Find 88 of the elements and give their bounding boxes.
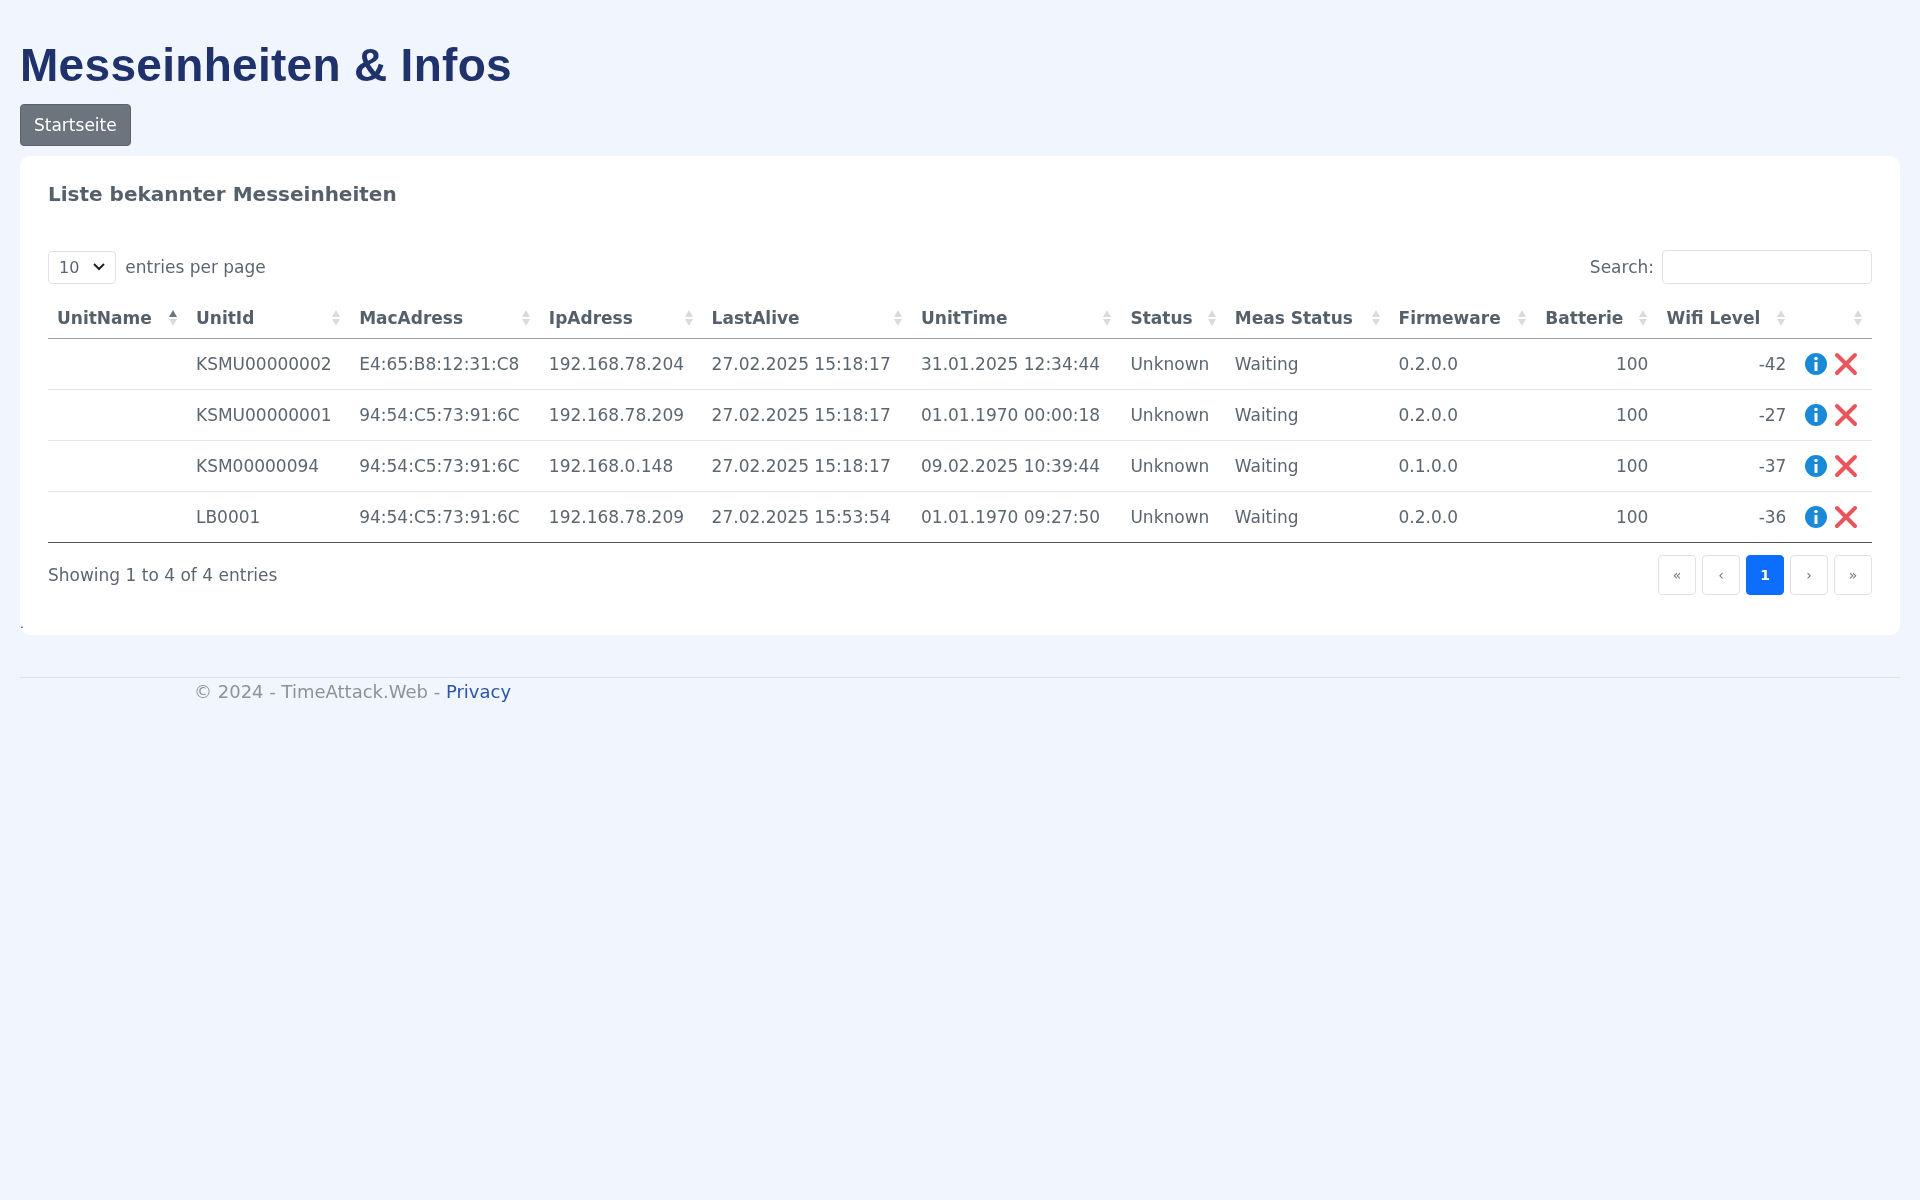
home-button[interactable]: Startseite [20,104,131,146]
page-button[interactable]: › [1790,555,1828,595]
table-cell: 192.168.0.148 [548,456,674,476]
table-cell: Unknown [1130,507,1210,527]
table-cell: Waiting [1234,405,1299,425]
info-icon[interactable] [1804,352,1829,376]
table-cell: 94:54:C5:73:91:6C [359,507,520,527]
table-cell: 94:54:C5:73:91:6C [359,405,520,425]
table-cell: 27.02.2025 15:53:54 [711,507,891,527]
sort-icon [1638,309,1649,327]
sort-icon [1517,309,1528,327]
table-cell: 94:54:C5:73:91:6C [359,456,520,476]
table-cell: Unknown [1130,354,1210,374]
table-cell: LB0001 [196,507,261,527]
table-cell: -37 [1758,456,1787,476]
table-cell: 27.02.2025 15:18:17 [711,456,891,476]
table-cell: 31.01.2025 12:34:44 [921,354,1101,374]
sort-icon [1776,309,1787,327]
sort-icon [1370,309,1381,327]
table-cell: -36 [1758,507,1787,527]
sort-icon [1853,309,1863,327]
page-size-select[interactable]: 10 [48,250,117,284]
table-cell: 0.2.0.0 [1398,507,1458,527]
sort-icon [520,309,531,327]
page-button[interactable]: 1 [1746,555,1784,595]
table-cell: E4:65:B8:12:31:C8 [359,354,520,374]
table-cell: 0.2.0.0 [1398,405,1458,425]
sort-icon [683,309,694,327]
sort-icon [168,309,178,327]
page-button[interactable]: ‹ [1702,555,1740,595]
search-label: Search: [1589,257,1654,277]
delete-icon[interactable] [1834,454,1859,478]
table-cell: 100 [1615,456,1649,476]
column-header[interactable]: Status [1121,298,1226,339]
sort-icon [893,309,903,327]
table-cell: 27.02.2025 15:18:17 [711,354,891,374]
table-cell: -27 [1758,405,1787,425]
column-header[interactable]: MacAdress [350,298,540,339]
delete-icon[interactable] [1834,505,1859,529]
column-header[interactable]: Wifi Level [1657,298,1796,339]
table-cell: Unknown [1130,456,1210,476]
table-cell: 192.168.78.209 [548,507,685,527]
table-cell: -42 [1758,354,1787,374]
column-header[interactable]: Batterie [1536,298,1658,339]
table-cell: KSMU00000001 [196,405,332,425]
table-cell: Waiting [1234,354,1299,374]
delete-icon[interactable] [1834,352,1859,376]
column-header[interactable]: UnitTime [912,298,1122,339]
table-cell: KSM00000094 [196,456,320,476]
entries-info: Showing 1 to 4 of 4 entries [48,565,278,585]
footer-text: © 2024 - TimeAttack.Web - Privacy [194,681,512,702]
table-cell: 100 [1615,405,1649,425]
table-cell: Unknown [1130,405,1210,425]
table-cell: 192.168.78.209 [548,405,685,425]
sort-icon [1206,309,1217,327]
card-title: Liste bekannter Messeinheiten [48,182,398,206]
privacy-link[interactable]: Privacy [445,681,512,702]
table-cell: 01.01.1970 00:00:18 [921,405,1101,425]
column-header[interactable]: UnitId [187,298,351,339]
table-cell: 192.168.78.204 [548,354,685,374]
page-button[interactable]: « [1658,555,1696,595]
table-cell: 0.1.0.0 [1398,456,1458,476]
table-cell: KSMU00000002 [196,354,332,374]
table-cell: Waiting [1234,456,1299,476]
stray-mark: . [20,617,24,631]
sort-icon [1102,309,1113,327]
chevron-icon [93,263,106,271]
column-header[interactable]: Firmeware [1389,298,1537,339]
table-cell: 100 [1615,354,1649,374]
column-header[interactable]: IpAdress [539,298,703,339]
table-cell: 09.02.2025 10:39:44 [921,456,1101,476]
table-cell: 0.2.0.0 [1398,354,1458,374]
search-field[interactable] [1662,250,1872,284]
sort-icon [331,309,342,327]
info-icon[interactable] [1804,505,1829,529]
page-button[interactable]: » [1834,555,1872,595]
page-title: Messeinheiten & Infos [20,38,513,92]
column-header[interactable]: LastAlive [702,298,912,339]
info-icon[interactable] [1804,454,1829,478]
table-cell: 100 [1615,507,1649,527]
table-cell: 01.01.1970 09:27:50 [921,507,1101,527]
column-header[interactable]: Meas Status [1225,298,1390,339]
column-header[interactable]: UnitName [48,298,187,339]
info-icon[interactable] [1804,403,1829,427]
page-size-label: entries per page [125,257,266,277]
table-cell: Waiting [1234,507,1299,527]
table-cell: 27.02.2025 15:18:17 [711,405,891,425]
delete-icon[interactable] [1834,403,1859,427]
